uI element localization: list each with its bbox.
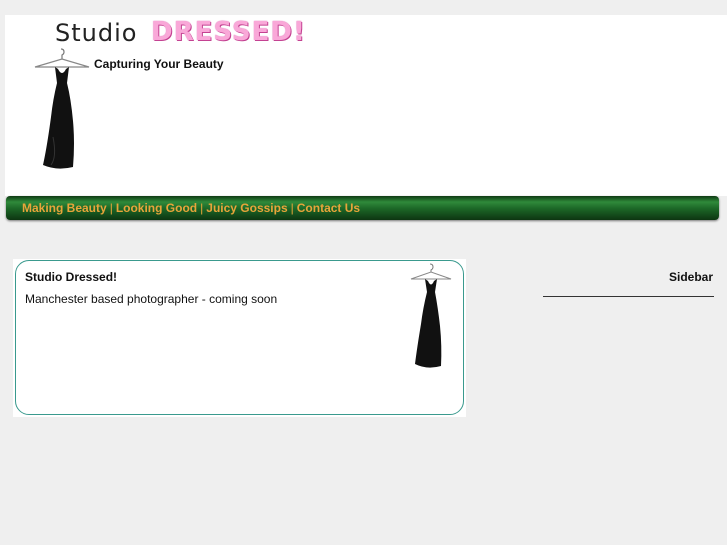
content-title: Studio Dressed! bbox=[25, 270, 118, 284]
logo-studio-text: Studio bbox=[55, 19, 138, 47]
main-navigation: Making Beauty | Looking Good | Juicy Gossips… bbox=[6, 196, 719, 220]
nav-link-juicy-gossips[interactable]: Juicy Gossips bbox=[206, 201, 287, 215]
site-header: Studio DRESSED! Capturing Your Beauty bbox=[5, 15, 727, 196]
content-text: Manchester based photographer - coming s… bbox=[25, 292, 278, 306]
nav-link-contact-us[interactable]: Contact Us bbox=[297, 201, 360, 215]
nav-separator: | bbox=[109, 201, 113, 215]
nav-link-looking-good[interactable]: Looking Good bbox=[116, 201, 197, 215]
nav-link-making-beauty[interactable]: Making Beauty bbox=[22, 201, 107, 215]
nav-separator: | bbox=[200, 201, 204, 215]
sidebar-divider bbox=[543, 296, 714, 297]
main-content: Studio Dressed! Manchester based photogr… bbox=[13, 259, 466, 417]
dress-logo-icon bbox=[34, 48, 90, 169]
sidebar-title: Sidebar bbox=[668, 270, 713, 284]
nav-separator: | bbox=[290, 201, 294, 215]
content-box: Studio Dressed! Manchester based photogr… bbox=[15, 260, 464, 415]
dress-icon bbox=[410, 263, 452, 368]
site-tagline: Capturing Your Beauty bbox=[94, 57, 224, 71]
nav-links: Making Beauty | Looking Good | Juicy Gossips… bbox=[22, 201, 360, 215]
logo-dressed-text: DRESSED! bbox=[151, 17, 306, 47]
